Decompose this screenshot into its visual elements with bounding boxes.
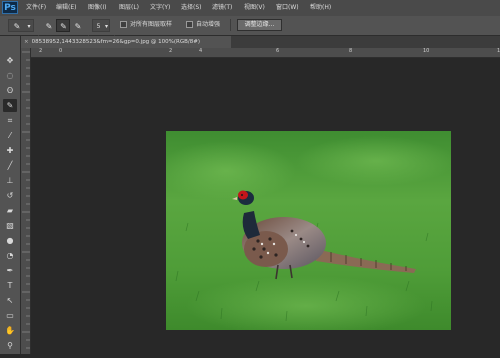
close-tab-icon[interactable]: × <box>24 39 29 45</box>
move-icon[interactable]: ✥ <box>3 54 17 67</box>
new-selection-button[interactable]: ✎ <box>42 19 55 32</box>
menu-filter[interactable]: 滤镜(T) <box>212 2 232 14</box>
tool-preset-picker[interactable]: ✎ ▾ <box>8 19 34 32</box>
document-tab[interactable]: × 08538952,1443328523&fm=26&gp=0.jpg @ 10… <box>21 36 231 48</box>
history-brush-icon[interactable]: ↺ <box>3 189 17 202</box>
ruler-label: 8 <box>349 48 353 54</box>
ruler-label: 6 <box>276 48 280 54</box>
type-icon[interactable]: T <box>3 279 17 292</box>
path-selection-icon[interactable]: ↖ <box>3 294 17 307</box>
menu-type[interactable]: 文字(Y) <box>150 2 170 14</box>
ruler-label: 4 <box>199 48 203 54</box>
vertical-ruler[interactable] <box>21 48 31 354</box>
photoshop-logo: Ps <box>2 1 18 14</box>
tools-panel: ✥ ◌ ʘ ✎ ⌗ ⁄ ✚ ╱ ⊥ ↺ ▰ ▧ ● ◔ ✒ T ↖ ▭ ✋ ⚲ <box>0 36 21 354</box>
menu-file[interactable]: 文件(F) <box>26 2 46 14</box>
menu-layer[interactable]: 图层(L) <box>119 2 139 14</box>
sample-all-layers-label: 对所有图层取样 <box>130 21 173 28</box>
brush-new-icon: ✎ <box>45 22 53 31</box>
chevron-down-icon: ▾ <box>27 23 31 30</box>
menu-window[interactable]: 窗口(W) <box>276 2 299 14</box>
menu-bar: Ps 文件(F) 编辑(E) 图像(I) 图层(L) 文字(Y) 选择(S) 滤… <box>0 0 500 17</box>
ruler-label: 10 <box>423 48 430 54</box>
pheasant-photo <box>166 131 451 330</box>
pen-icon[interactable]: ✒ <box>3 264 17 277</box>
add-to-selection-button[interactable]: ✎ <box>56 19 70 32</box>
brush-icon[interactable]: ╱ <box>3 159 17 172</box>
auto-enhance-label: 自动增强 <box>196 21 221 28</box>
menu-select[interactable]: 选择(S) <box>181 2 202 14</box>
menu-edit[interactable]: 编辑(E) <box>56 2 76 14</box>
vertical-ruler-ticks <box>22 51 30 349</box>
blur-icon[interactable]: ● <box>3 234 17 247</box>
quick-selection-brush-icon: ✎ <box>13 22 21 31</box>
refine-edge-button[interactable]: 调整边缘... <box>237 19 282 31</box>
sample-all-layers-checkbox[interactable] <box>120 21 127 28</box>
ruler-label: 2 <box>169 48 173 54</box>
ruler-label: 2 <box>39 48 43 54</box>
eyedropper-icon[interactable]: ⁄ <box>3 129 17 142</box>
hand-icon[interactable]: ✋ <box>3 324 17 337</box>
chevron-down-icon: ▾ <box>104 23 108 30</box>
zoom-icon[interactable]: ⚲ <box>3 339 17 352</box>
brush-subtract-icon: ✎ <box>74 22 82 31</box>
shape-icon[interactable]: ▭ <box>3 309 17 322</box>
menu-view[interactable]: 视图(V) <box>244 2 265 14</box>
subtract-from-selection-button[interactable]: ✎ <box>71 19 84 32</box>
document-tab-title: 08538952,1443328523&fm=26&gp=0.jpg @ 100… <box>31 39 201 45</box>
lasso-icon[interactable]: ʘ <box>3 84 17 97</box>
document-image[interactable] <box>166 131 451 330</box>
brush-size-picker[interactable]: 5 ▾ <box>92 19 110 32</box>
brush-add-icon: ✎ <box>60 22 67 31</box>
gradient-icon[interactable]: ▧ <box>3 219 17 232</box>
crop-icon[interactable]: ⌗ <box>3 114 17 127</box>
eraser-icon[interactable]: ▰ <box>3 204 17 217</box>
document-tab-bar: × 08538952,1443328523&fm=26&gp=0.jpg @ 10… <box>21 36 500 48</box>
horizontal-ruler[interactable]: 2024681012 <box>31 48 500 58</box>
menu-help[interactable]: 帮助(H) <box>310 2 331 14</box>
menu-image[interactable]: 图像(I) <box>88 2 106 14</box>
ruler-label: 0 <box>59 48 63 54</box>
healing-brush-icon[interactable]: ✚ <box>3 144 17 157</box>
quick-selection-icon[interactable]: ✎ <box>3 99 17 112</box>
clone-stamp-icon[interactable]: ⊥ <box>3 174 17 187</box>
marquee-icon[interactable]: ◌ <box>3 69 17 82</box>
dodge-icon[interactable]: ◔ <box>3 249 17 262</box>
divider <box>230 19 231 31</box>
auto-enhance-checkbox[interactable] <box>186 21 193 28</box>
